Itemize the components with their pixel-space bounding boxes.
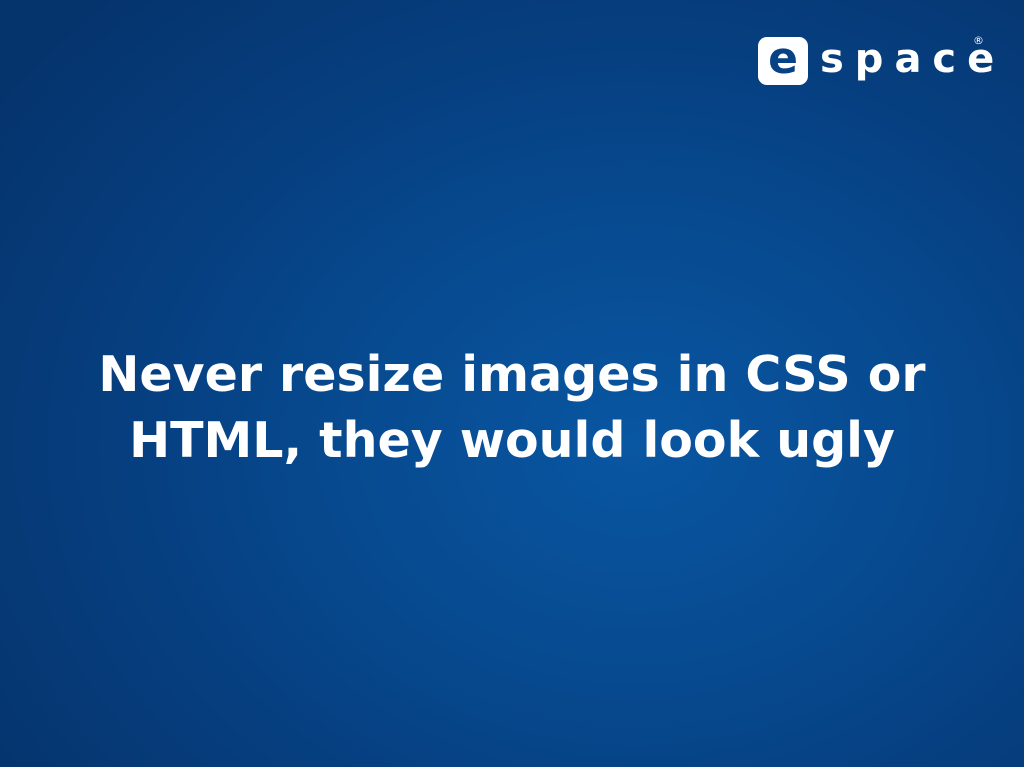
slide-message: Never resize images in CSS or HTML, they… [60, 342, 964, 474]
registered-mark: ® [973, 34, 984, 47]
message-line-1: Never resize images in CSS or [98, 346, 926, 403]
espace-logo: e space ® [758, 34, 994, 87]
logo-e-letter: e [758, 37, 808, 85]
message-line-2: HTML, they would look ugly [129, 412, 895, 469]
slide: e space ® Never resize images in CSS or … [0, 0, 1024, 767]
